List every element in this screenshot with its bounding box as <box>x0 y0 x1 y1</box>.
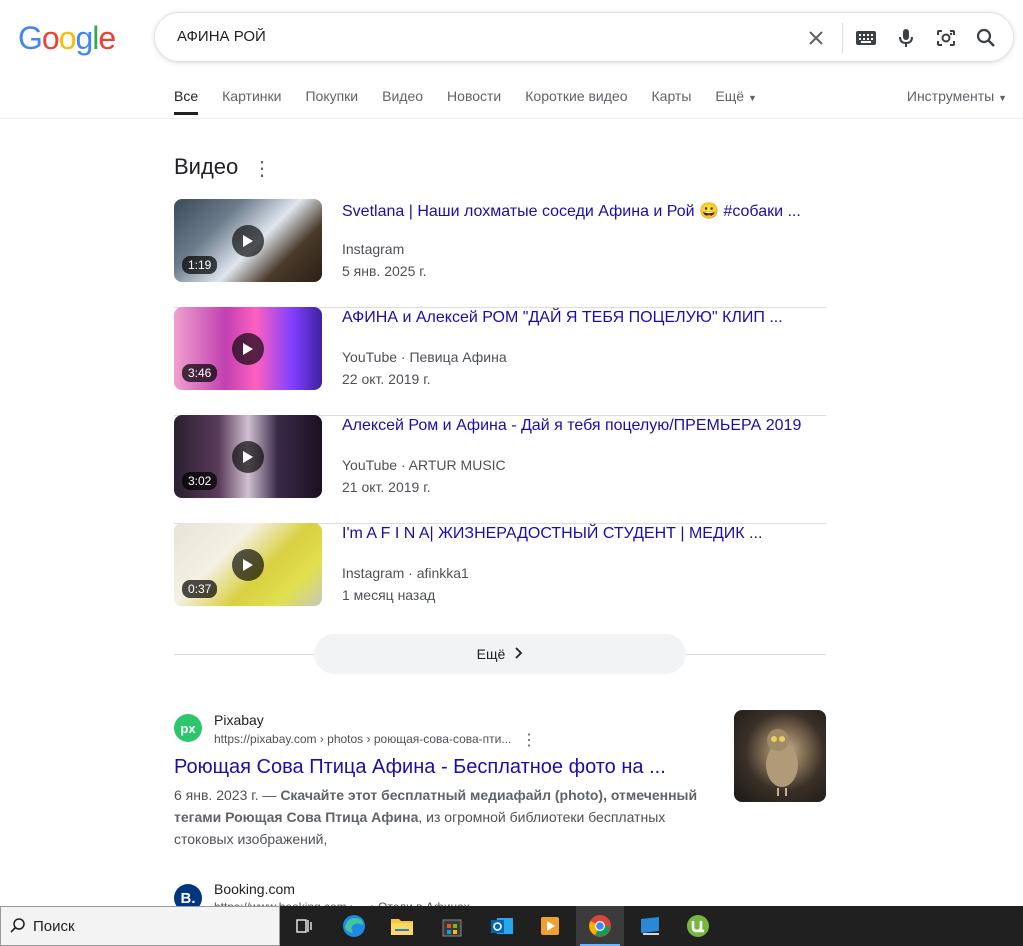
caret-down-icon: ▼ <box>747 93 757 103</box>
tab-short-videos[interactable]: Короткие видео <box>525 88 627 115</box>
tab-shopping[interactable]: Покупки <box>305 88 358 115</box>
play-icon <box>232 441 264 473</box>
outlook-icon[interactable] <box>478 906 526 946</box>
video-date: 5 янв. 2025 г. <box>342 263 427 279</box>
clear-icon[interactable] <box>805 27 827 49</box>
search-input[interactable] <box>175 27 779 46</box>
tab-images[interactable]: Картинки <box>222 88 281 115</box>
result-site-name[interactable]: Pixabay <box>214 712 264 728</box>
video-thumbnail[interactable]: 1:19 <box>174 199 322 282</box>
video-item[interactable]: 3:46 АФИНА и Алексей РОМ "ДАЙ Я ТЕБЯ ПОЦ… <box>174 307 826 416</box>
pixabay-favicon: px <box>174 714 202 742</box>
caret-down-icon: ▼ <box>998 93 1007 103</box>
lens-camera-icon[interactable] <box>935 27 957 49</box>
videos-heading: Видео <box>174 154 239 179</box>
edge-browser-icon[interactable] <box>330 906 378 946</box>
video-date: 22 окт. 2019 г. <box>342 371 431 387</box>
more-options-icon[interactable]: ⋮ <box>521 730 537 750</box>
utorrent-icon[interactable] <box>674 906 722 946</box>
taskbar-search[interactable]: Поиск <box>0 906 280 946</box>
search-divider <box>842 23 843 53</box>
video-title[interactable]: Svetlana | Наши лохматые соседи Афина и … <box>342 201 801 221</box>
task-view-icon[interactable] <box>280 906 328 946</box>
result-date: 6 янв. 2023 г. — <box>174 787 277 803</box>
play-icon <box>232 549 264 581</box>
result-site-name[interactable]: Booking.com <box>214 881 295 897</box>
tools-label: Инструменты <box>906 88 995 104</box>
chevron-right-icon <box>515 646 523 662</box>
favicon-text: B. <box>180 889 196 907</box>
header-divider <box>0 118 1023 119</box>
tab-videos[interactable]: Видео <box>382 88 423 115</box>
desktop-app-icon[interactable] <box>626 906 674 946</box>
result-title[interactable]: Роющая Сова Птица Афина - Бесплатное фот… <box>174 756 666 779</box>
tab-all[interactable]: Все <box>174 88 199 115</box>
play-icon <box>232 333 264 365</box>
search-box <box>154 12 1014 62</box>
video-duration: 1:19 <box>182 256 218 274</box>
media-player-icon[interactable] <box>526 906 574 946</box>
video-thumbnail[interactable]: 3:46 <box>174 307 322 390</box>
result-snippet: 6 янв. 2023 г. — Скачайте этот бесплатны… <box>174 784 714 850</box>
tools-button[interactable]: Инструменты ▼ <box>907 88 1007 104</box>
microsoft-store-icon[interactable] <box>428 906 476 946</box>
tab-more[interactable]: Ещё ▼ <box>715 88 756 115</box>
video-title[interactable]: I'm A F I N A| ЖИЗНЕРАДОСТНЫЙ СТУДЕНТ | … <box>342 525 762 543</box>
video-date: 1 месяц назад <box>342 587 436 603</box>
keyboard-icon[interactable] <box>855 27 877 49</box>
video-item[interactable]: 3:02 Алексей Ром и Афина - Дай я тебя по… <box>174 415 826 524</box>
tab-news[interactable]: Новости <box>447 88 501 115</box>
video-date: 21 окт. 2019 г. <box>342 479 431 495</box>
video-source: YouTube · ARTUR MUSIC <box>342 457 506 473</box>
more-options-icon[interactable]: ⋮ <box>252 156 272 181</box>
search-icon[interactable] <box>975 27 997 49</box>
file-explorer-icon[interactable] <box>378 906 426 946</box>
search-tabs: Все Картинки Покупки Видео Новости Корот… <box>174 88 781 115</box>
more-videos-label: Ещё <box>476 646 506 662</box>
video-duration: 0:37 <box>182 580 218 598</box>
video-source: Instagram · afinkka1 <box>342 565 469 581</box>
video-title[interactable]: Алексей Ром и Афина - Дай я тебя поцелую… <box>342 417 801 435</box>
google-logo[interactable]: Google <box>18 20 116 57</box>
result-thumbnail[interactable] <box>734 710 826 802</box>
owl-image <box>766 729 798 796</box>
search-icon <box>9 917 27 940</box>
tab-maps[interactable]: Карты <box>652 88 692 115</box>
chrome-icon[interactable] <box>576 906 624 946</box>
video-source: Instagram <box>342 241 405 257</box>
video-item[interactable]: 0:37 I'm A F I N A| ЖИЗНЕРАДОСТНЫЙ СТУДЕ… <box>174 523 826 631</box>
more-videos-button[interactable]: Ещё <box>314 634 686 674</box>
video-thumbnail[interactable]: 0:37 <box>174 523 322 606</box>
video-duration: 3:46 <box>182 364 218 382</box>
video-item[interactable]: 1:19 Svetlana | Наши лохматые соседи Афи… <box>174 199 826 308</box>
play-icon <box>232 225 264 257</box>
favicon-text: px <box>180 720 196 736</box>
windows-taskbar: Поиск <box>0 906 1023 946</box>
video-source: YouTube · Певица Афина <box>342 349 507 365</box>
result-url[interactable]: https://pixabay.com › photos › роющая-со… <box>214 732 511 746</box>
tab-more-label: Ещё <box>715 88 745 104</box>
video-thumbnail[interactable]: 3:02 <box>174 415 322 498</box>
taskbar-search-placeholder: Поиск <box>33 918 75 935</box>
video-title[interactable]: АФИНА и Алексей РОМ "ДАЙ Я ТЕБЯ ПОЦЕЛУЮ"… <box>342 309 783 327</box>
microphone-icon[interactable] <box>895 27 917 49</box>
video-duration: 3:02 <box>182 472 218 490</box>
